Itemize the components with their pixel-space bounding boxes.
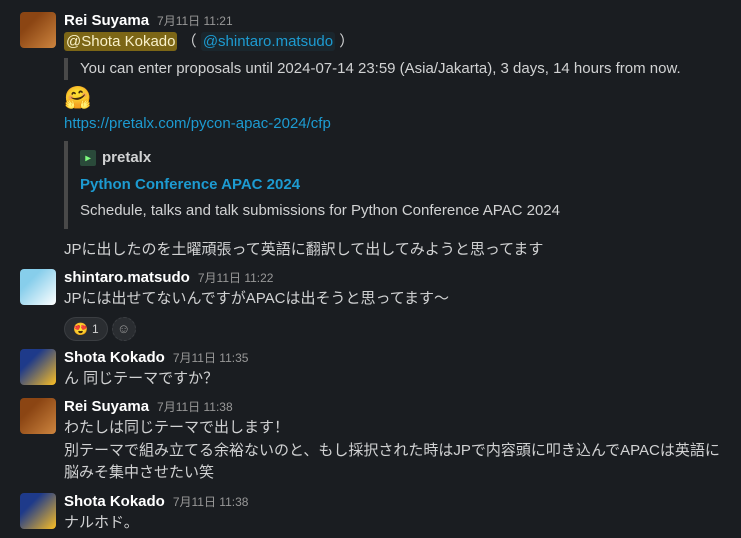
message[interactable]: Shota Kokado 7月11日 11:35 ん 同じテーマですか？ (0, 345, 741, 395)
avatar[interactable] (20, 493, 56, 529)
author-name[interactable]: Shota Kokado (64, 349, 165, 366)
message-header: Rei Suyama 7月11日 11:38 (64, 398, 721, 415)
message-body: わたしは同じテーマで出します！ 別テーマで組み立てる余裕ないのと、もし採択された… (64, 417, 721, 485)
add-reaction-icon: ☺ (117, 321, 130, 336)
message[interactable]: Rei Suyama 7月11日 11:38 わたしは同じテーマで出します！ 別… (0, 394, 741, 489)
message-body: ん 同じテーマですか？ (64, 368, 721, 391)
message[interactable]: shintaro.matsudo 7月11日 11:22 JPには出せてないんで… (0, 265, 741, 345)
add-reaction-button[interactable]: ☺ (112, 317, 136, 341)
unfurl-site-name: pretalx (102, 147, 151, 170)
timestamp[interactable]: 7月11日 11:22 (198, 269, 274, 286)
message[interactable]: Rei Suyama 7月11日 11:21 @Shota Kokado （ @… (0, 8, 741, 265)
author-name[interactable]: Rei Suyama (64, 12, 149, 29)
blockquote: You can enter proposals until 2024-07-14… (64, 58, 721, 81)
message-header: Shota Kokado 7月11日 11:35 (64, 349, 721, 366)
message-header: Shota Kokado 7月11日 11:38 (64, 493, 721, 510)
reaction[interactable]: 😍 1 (64, 317, 108, 341)
message-header: shintaro.matsudo 7月11日 11:22 (64, 269, 721, 286)
author-name[interactable]: shintaro.matsudo (64, 269, 190, 286)
message-content: Rei Suyama 7月11日 11:38 わたしは同じテーマで出します！ 別… (64, 398, 721, 485)
mention[interactable]: @Shota Kokado (64, 32, 177, 51)
unfurl-description: Schedule, talks and talk submissions for… (80, 200, 721, 223)
message-content: shintaro.matsudo 7月11日 11:22 JPには出せてないんで… (64, 269, 721, 341)
message-text: JPに出したのを土曜頑張って英語に翻訳して出してみようと思ってます (64, 239, 721, 262)
author-name[interactable]: Shota Kokado (64, 493, 165, 510)
link[interactable]: https://pretalx.com/pycon-apac-2024/cfp (64, 115, 331, 132)
favicon-icon: ▸ (80, 150, 96, 166)
unfurl-site: ▸ pretalx (80, 147, 721, 170)
message-content: Rei Suyama 7月11日 11:21 @Shota Kokado （ @… (64, 12, 721, 261)
text: ） (335, 33, 354, 50)
reaction-count: 1 (92, 322, 99, 336)
reaction-emoji-icon: 😍 (73, 322, 88, 336)
text: （ (182, 33, 201, 50)
reactions-bar: 😍 1 ☺ (64, 317, 721, 341)
avatar[interactable] (20, 349, 56, 385)
link-unfurl: ▸ pretalx Python Conference APAC 2024 Sc… (64, 141, 721, 229)
timestamp[interactable]: 7月11日 11:38 (157, 398, 233, 415)
emoji-icon: 🤗 (64, 84, 721, 113)
message-header: Rei Suyama 7月11日 11:21 (64, 12, 721, 29)
avatar[interactable] (20, 12, 56, 48)
mention[interactable]: @shintaro.matsudo (201, 32, 335, 51)
avatar[interactable] (20, 269, 56, 305)
timestamp[interactable]: 7月11日 11:35 (173, 349, 249, 366)
message-body: JPには出せてないんですがAPACは出そうと思ってます〜 (64, 288, 721, 311)
timestamp[interactable]: 7月11日 11:38 (173, 493, 249, 510)
message[interactable]: Shota Kokado 7月11日 11:38 ナルホド。 (0, 489, 741, 538)
avatar[interactable] (20, 398, 56, 434)
message-body: ナルホド。 (64, 512, 721, 535)
message-content: Shota Kokado 7月11日 11:35 ん 同じテーマですか？ (64, 349, 721, 391)
author-name[interactable]: Rei Suyama (64, 398, 149, 415)
message-body: @Shota Kokado （ @shintaro.matsudo ） You … (64, 31, 721, 261)
unfurl-title[interactable]: Python Conference APAC 2024 (80, 174, 721, 197)
timestamp[interactable]: 7月11日 11:21 (157, 12, 233, 29)
message-content: Shota Kokado 7月11日 11:38 ナルホド。 (64, 493, 721, 535)
